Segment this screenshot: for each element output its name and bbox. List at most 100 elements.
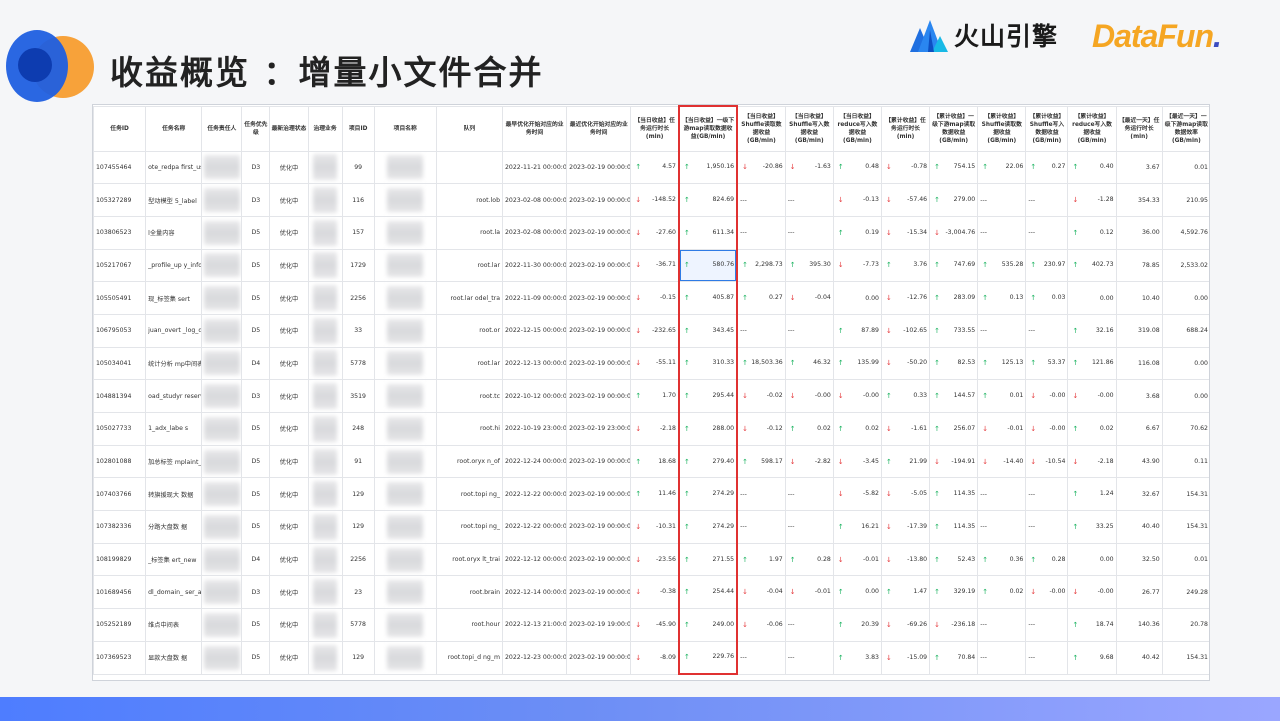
metric-cell: --- xyxy=(1025,640,1069,675)
table-row[interactable]: 107403766 转旗援现大 数据 D5 优化中 129 root.topi ng_ 20… xyxy=(93,477,1209,512)
table-cell: 99 xyxy=(341,150,375,185)
column-header[interactable]: 【累计收益】Shuffle写入数据收益(GB/min) xyxy=(1025,105,1069,152)
metric-value: 144.57 xyxy=(953,392,976,400)
table-cell: 1_adx_labe s xyxy=(145,412,203,446)
table-row[interactable]: 102801088 加总标签 mplaint_tag D5 优化中 91 root.ory… xyxy=(93,444,1209,479)
column-header[interactable]: 【当日收益】Shuffle写入数据收益(GB/min) xyxy=(784,105,834,152)
arrow-up-icon: ↑ xyxy=(837,653,844,662)
cell-text: 99 xyxy=(354,163,363,171)
table-row[interactable]: 101689456 dl_domain_ ser_ads_clic _json D3… xyxy=(93,575,1209,610)
cell-text: D5 xyxy=(251,458,261,466)
column-header[interactable]: 任务ID xyxy=(93,105,147,152)
redacted-block xyxy=(387,514,424,539)
column-header[interactable]: 【累计收益】一级下游map读取数据收益(GB/min) xyxy=(929,105,979,152)
arrow-up-icon: ↑ xyxy=(683,261,690,270)
arrow-up-icon: ↑ xyxy=(934,653,940,662)
column-header[interactable]: 【最近一天】任务运行时长(min) xyxy=(1115,105,1163,152)
arrow-up-icon: ↑ xyxy=(683,490,690,499)
cell-text: 2256 xyxy=(350,294,366,302)
column-header[interactable]: 任务责任人 xyxy=(201,105,243,152)
metric-value: --- xyxy=(787,490,795,498)
column-header[interactable]: 【当日收益】一级下游map读取数据收益(GB/min) xyxy=(677,105,739,152)
column-header[interactable]: 最近优化开始对应的业务时间 xyxy=(566,105,632,152)
table-row[interactable]: 107369523 显款大盘数 据 D5 优化中 129 root.topi_d ng_m… xyxy=(93,640,1209,675)
table-cell xyxy=(201,412,243,446)
table-cell xyxy=(307,477,343,512)
column-header[interactable]: 最早优化开始对应的业务时间 xyxy=(501,105,568,152)
column-header[interactable]: 【累计收益】reduce写入数据收益(GB/min) xyxy=(1067,105,1117,152)
table-cell xyxy=(373,313,437,348)
arrow-up-icon: ↑ xyxy=(934,588,940,597)
table-cell: 2022-12-14 00:00:00 xyxy=(501,575,568,610)
metric-cell: 32.50 xyxy=(1115,542,1163,577)
column-header[interactable]: 最新治理状态 xyxy=(269,105,309,152)
cell-text: 优化中 xyxy=(279,655,299,663)
table-row[interactable]: 105252189 维点中间表 D5 优化中 5778 root.hour 2022-12-… xyxy=(93,608,1209,642)
metric-value: -0.00 xyxy=(1049,424,1066,432)
table-cell: root.tc xyxy=(435,379,504,413)
table-row[interactable]: 105327289 型动模型 5_label D3 优化中 116 root.lob 202… xyxy=(93,183,1209,217)
arrow-down-icon: ↓ xyxy=(934,620,940,629)
column-header[interactable]: 项目名称 xyxy=(373,105,437,152)
table-row[interactable]: 103806523 l全量内容 D5 优化中 157 root.la 2023-02-08 … xyxy=(93,215,1209,250)
metric-cell: --- xyxy=(1025,608,1069,642)
table-row[interactable]: 106795053 juan_overt _log_daily D5 优化中 33 roo… xyxy=(93,313,1209,348)
metric-value: -27.60 xyxy=(656,228,676,236)
redacted-block xyxy=(204,612,241,637)
redacted-block xyxy=(387,547,424,572)
metric-value: --- xyxy=(787,196,795,204)
column-header[interactable]: 任务优先级 xyxy=(241,105,271,152)
metric-value: -102.65 xyxy=(903,326,928,334)
column-header[interactable]: 项目ID xyxy=(341,105,375,152)
table-cell: 优化中 xyxy=(269,346,309,381)
column-header[interactable]: 【当日收益】Shuffle读取数据收益(GB/min) xyxy=(736,105,786,152)
cell-text: D4 xyxy=(251,359,261,367)
table-cell: 2023-02-19 00:00:00 xyxy=(566,444,632,479)
metric-value: --- xyxy=(1028,327,1036,335)
table-cell: 2023-02-19 00:00:00 xyxy=(566,510,632,544)
redacted-block xyxy=(387,220,424,245)
metric-value: -8.09 xyxy=(659,653,676,661)
table-row[interactable]: 105217067 _profile_up y_info_df D5 优化中 1729 r… xyxy=(93,248,1209,283)
metric-value: 0.01 xyxy=(1194,163,1208,171)
cell-text: 2022-12-12 00:00:00 xyxy=(505,556,567,564)
table-cell: D3 xyxy=(241,183,271,217)
column-header[interactable]: 治理业务 xyxy=(307,105,343,152)
cell-text: 2022-11-21 00:00:00 xyxy=(505,163,567,171)
metric-cell: ↑ 135.99 xyxy=(832,346,882,381)
table-row[interactable]: 105505491 现_标签集 sert D5 优化中 2256 root.lar ode… xyxy=(93,281,1209,315)
arrow-down-icon: ↓ xyxy=(885,163,892,172)
metric-cell: --- xyxy=(736,510,786,544)
column-header[interactable]: 队列 xyxy=(435,105,504,152)
cell-text: 1_adx_labe s xyxy=(148,425,189,433)
metric-value: 22.06 xyxy=(1005,163,1024,171)
arrow-up-icon: ↑ xyxy=(789,261,796,270)
table-cell: root.lar xyxy=(435,248,504,283)
table-cell xyxy=(307,183,343,217)
metric-value: --- xyxy=(980,621,987,629)
arrow-down-icon: ↓ xyxy=(885,326,892,335)
table-row[interactable]: 107382336 分路大盘数 据 D5 优化中 129 root.topi ng_ 202… xyxy=(93,510,1209,544)
table-row[interactable]: 105034041 统计分析 mp中间表 s_jiljhua_ s_temp_df… xyxy=(93,346,1209,381)
arrow-up-icon: ↑ xyxy=(934,522,940,531)
metric-cell: ↑ 249.00 xyxy=(677,608,739,642)
table-row[interactable]: 108199829 _标签集 ert_new D4 优化中 2256 root.oryx … xyxy=(93,542,1209,577)
table-row[interactable]: 105027733 1_adx_labe s D5 优化中 248 root.hi 2022… xyxy=(93,412,1209,446)
column-header[interactable]: 【累计收益】任务运行时长(min) xyxy=(880,105,931,152)
column-header[interactable]: 【当日收益】reduce写入数据收益(GB/min) xyxy=(832,105,882,152)
column-header[interactable]: 【累计收益】Shuffle读取数据收益(GB/min) xyxy=(977,105,1027,152)
table-cell: 105252189 xyxy=(93,608,147,642)
metric-value: -194.91 xyxy=(951,457,976,465)
metric-cell: ↓ -0.01 xyxy=(832,542,882,577)
metric-value: 70.84 xyxy=(957,653,976,661)
table-row[interactable]: 104881394 oad_studyr reserve_d D3 优化中 3519 ro… xyxy=(93,379,1209,413)
table-row[interactable]: 107455464 ote_redpa first_user f D3 优化中 99 20… xyxy=(93,150,1209,185)
cell-text: 2023-02-19 00:00:00 xyxy=(569,229,631,237)
table-cell: 2023-02-08 00:00:00 xyxy=(501,183,568,217)
column-header[interactable]: 【最近一天】一级下游map读取数据效率(GB/min) xyxy=(1161,105,1209,152)
column-header[interactable]: 任务名称 xyxy=(145,105,203,152)
table-cell: 2023-02-19 00:00:00 xyxy=(566,640,632,675)
column-header[interactable]: 【当日收益】任务运行时长(min) xyxy=(630,105,680,152)
metric-cell: --- xyxy=(784,183,834,217)
table-cell xyxy=(201,510,243,544)
